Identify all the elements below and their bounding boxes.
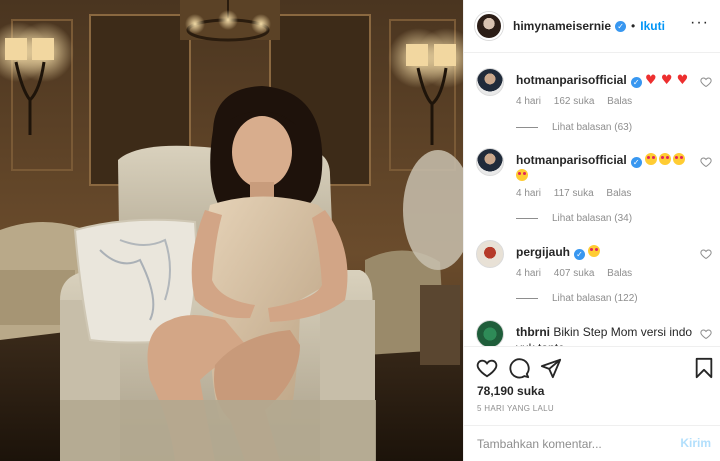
view-replies-button[interactable]: Lihat balasan (122) <box>516 293 638 304</box>
comment-composer: Kirim <box>464 425 720 461</box>
heart-icon[interactable] <box>476 357 498 379</box>
bookmark-icon[interactable] <box>693 357 715 379</box>
commenter-username[interactable]: hotmanparisofficial <box>516 73 627 87</box>
comment-likes[interactable]: 162 suka <box>554 96 595 107</box>
comment-body: pergijauh ✓ <box>516 244 694 260</box>
heart-eyes-emoji-icon <box>673 153 686 165</box>
author-username[interactable]: himynameisernie <box>513 19 611 33</box>
comment-likes[interactable]: 407 suka <box>554 268 595 279</box>
comment-meta: 4 hari 162 suka Balas <box>516 96 642 107</box>
post-comment-button[interactable]: Kirim <box>680 436 711 450</box>
commenter-avatar[interactable] <box>476 240 504 268</box>
heart-icon[interactable] <box>700 248 712 260</box>
verified-icon: ✓ <box>630 77 642 88</box>
comment-body: thbrni Bikin Step Mom versi indo yuk tan… <box>516 324 694 346</box>
comment-time[interactable]: 4 hari <box>516 188 541 199</box>
reply-button[interactable]: Balas <box>607 96 632 107</box>
more-icon[interactable]: ··· <box>690 14 709 32</box>
reply-button[interactable]: Balas <box>606 188 631 199</box>
commenter-avatar[interactable] <box>476 320 504 346</box>
replies-divider <box>516 126 538 128</box>
comment-meta: 4 hari 407 suka Balas <box>516 268 642 279</box>
separator-dot: • <box>631 19 636 33</box>
commenter-username[interactable]: thbrni <box>516 325 550 339</box>
heart-icon[interactable] <box>700 328 712 340</box>
view-replies-label: Lihat balasan (63) <box>552 122 633 133</box>
heart-icon[interactable] <box>700 76 712 88</box>
commenter-avatar[interactable] <box>476 68 504 96</box>
author-avatar[interactable] <box>475 12 503 40</box>
view-replies-button[interactable]: Lihat balasan (34) <box>516 213 632 224</box>
verified-icon: ✓ <box>615 20 627 32</box>
post-side-panel: himynameisernie ✓ • Ikuti ··· hotmanpari… <box>463 0 720 461</box>
heart-eyes-emoji-icon <box>588 245 601 257</box>
comment-text: ♥ ♥ ♥ <box>645 73 689 88</box>
follow-button[interactable]: Ikuti <box>640 19 665 33</box>
heart-icon[interactable] <box>700 156 712 168</box>
heart-eyes-emoji-icon <box>516 169 528 181</box>
heart-eyes-emoji-icon <box>645 153 658 165</box>
post-actions: 78,190 suka 5 HARI YANG LALU <box>464 346 720 426</box>
comment-meta: 4 hari 117 suka Balas <box>516 188 641 199</box>
verified-icon: ✓ <box>630 157 642 168</box>
reply-button[interactable]: Balas <box>607 268 632 279</box>
view-replies-label: Lihat balasan (34) <box>552 213 633 224</box>
post-header: himynameisernie ✓ • Ikuti ··· <box>464 0 720 53</box>
commenter-avatar[interactable] <box>476 148 504 176</box>
post-photo-illustration <box>0 0 463 461</box>
comment-time[interactable]: 4 hari <box>516 268 541 279</box>
comment-list[interactable]: hotmanparisofficial ✓ ♥ ♥ ♥ 4 hari 162 su… <box>464 54 720 346</box>
post-photo[interactable] <box>0 0 463 461</box>
replies-divider <box>516 217 538 219</box>
commenter-username[interactable]: hotmanparisofficial <box>516 153 627 167</box>
share-icon[interactable] <box>540 357 562 379</box>
replies-divider <box>516 297 538 299</box>
view-replies-button[interactable]: Lihat balasan (63) <box>516 122 632 133</box>
heart-eyes-emoji-icon <box>659 153 672 165</box>
likes-count[interactable]: 78,190 suka <box>477 384 544 398</box>
commenter-username[interactable]: pergijauh <box>516 245 570 259</box>
comment-icon[interactable] <box>508 357 530 379</box>
post-date[interactable]: 5 HARI YANG LALU <box>477 404 554 413</box>
comment-body: hotmanparisofficial ✓ ♥ ♥ ♥ <box>516 72 694 89</box>
verified-icon: ✓ <box>574 249 586 260</box>
comment-body: hotmanparisofficial ✓ <box>516 152 694 184</box>
comment-input[interactable] <box>477 434 667 454</box>
view-replies-label: Lihat balasan (122) <box>552 293 638 304</box>
comment-time[interactable]: 4 hari <box>516 96 541 107</box>
comment-likes[interactable]: 117 suka <box>554 188 594 199</box>
